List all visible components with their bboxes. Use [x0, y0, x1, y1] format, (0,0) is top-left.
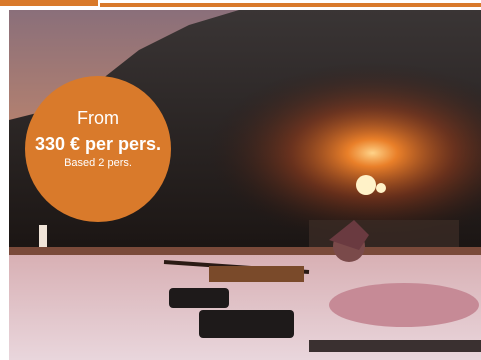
price-note: Based 2 pers.	[64, 157, 132, 169]
from-label: From	[77, 108, 119, 128]
price-text: 330 € per pers.	[34, 134, 162, 154]
price-badge: From 330 € per pers. Based 2 pers.	[25, 76, 171, 222]
top-accent-bar-left	[0, 0, 98, 6]
top-accent-bar-right	[100, 0, 481, 7]
